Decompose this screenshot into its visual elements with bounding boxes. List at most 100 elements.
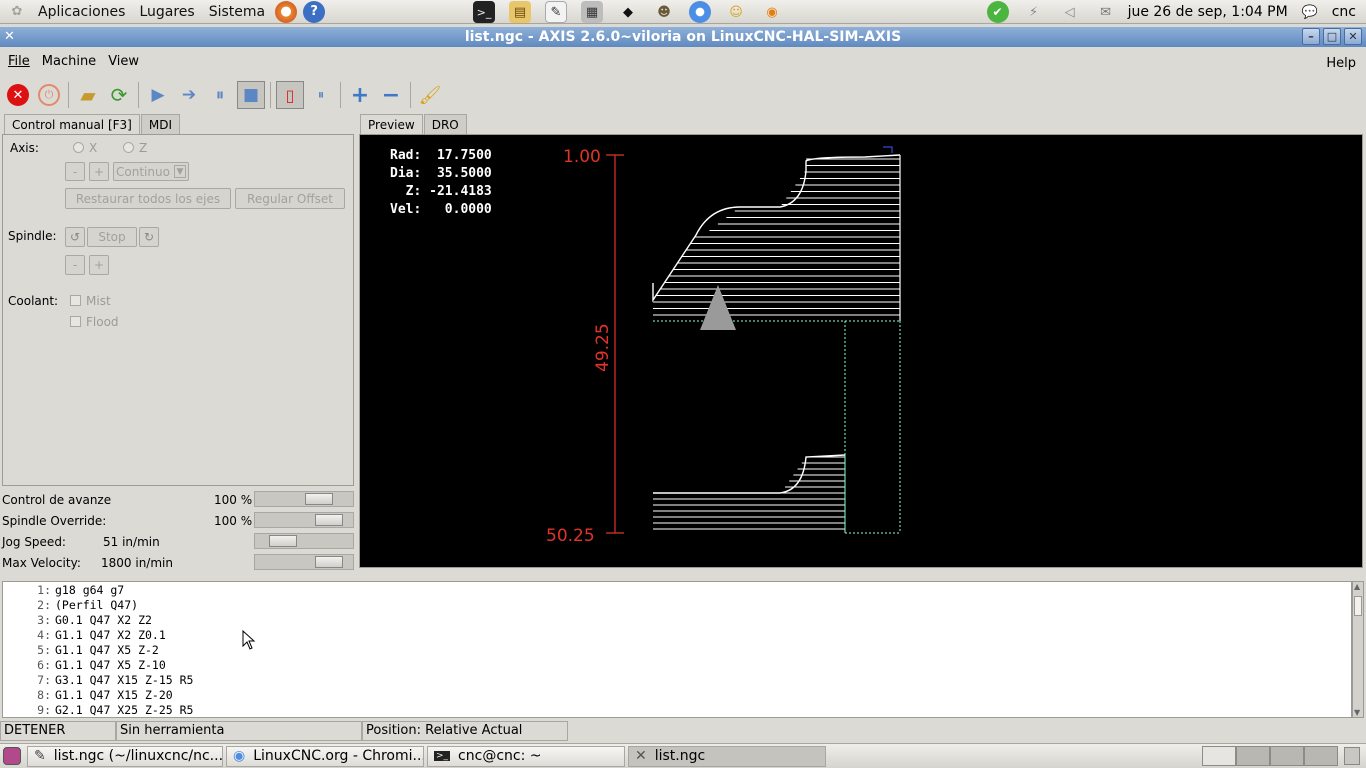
open-file-icon[interactable]: ▰ bbox=[74, 81, 102, 109]
touch-off-button[interactable]: Regular Offset bbox=[235, 188, 345, 209]
user-name[interactable]: cnc bbox=[1332, 4, 1356, 20]
toolpath-preview[interactable]: Rad: 17.7500 Dia: 35.5000 Z: -21.4183 Ve… bbox=[359, 134, 1363, 568]
gimp-icon[interactable]: ☻ bbox=[653, 1, 675, 23]
show-desktop-icon[interactable] bbox=[3, 747, 21, 765]
zoom-out-icon[interactable]: − bbox=[377, 81, 405, 109]
spindle-faster-button[interactable]: + bbox=[89, 255, 109, 275]
spindle-stop-button[interactable]: Stop bbox=[87, 227, 137, 247]
dim-top-label: 1.00 bbox=[563, 147, 601, 167]
menu-machine[interactable]: Machine bbox=[38, 52, 100, 72]
firefox-icon[interactable]: ● bbox=[275, 0, 298, 23]
network-icon[interactable]: ⚡ bbox=[1023, 1, 1045, 23]
window-titlebar[interactable]: ✕ list.ngc - AXIS 2.6.0~viloria on Linux… bbox=[0, 27, 1366, 47]
mail-icon[interactable]: ✉ bbox=[1095, 1, 1117, 23]
axis-z-radio[interactable] bbox=[123, 142, 134, 153]
zoom-in-icon[interactable]: + bbox=[346, 81, 374, 109]
blender-icon[interactable]: ◉ bbox=[761, 1, 783, 23]
clear-backplot-icon[interactable]: 🖌 bbox=[416, 81, 444, 109]
spindle-override-slider[interactable] bbox=[254, 512, 354, 528]
window-menu-icon[interactable]: ✕ bbox=[4, 29, 15, 44]
jog-minus-button[interactable]: - bbox=[65, 162, 85, 181]
menu-aplicaciones[interactable]: Aplicaciones bbox=[31, 0, 132, 24]
pause-icon[interactable]: ⏸ bbox=[206, 81, 234, 109]
close-icon[interactable]: ✕ bbox=[1344, 28, 1362, 45]
file-manager-icon[interactable]: ▤ bbox=[509, 1, 531, 23]
menu-view[interactable]: View bbox=[104, 52, 143, 72]
workspace-4[interactable] bbox=[1304, 746, 1338, 766]
jog-speed-slider[interactable] bbox=[254, 533, 354, 549]
jog-plus-button[interactable]: + bbox=[89, 162, 109, 181]
menu-lugares[interactable]: Lugares bbox=[132, 0, 201, 24]
spindle-cw-icon[interactable]: ↻ bbox=[139, 227, 159, 247]
estop-icon[interactable]: ✕ bbox=[4, 81, 32, 109]
workspace-3[interactable] bbox=[1270, 746, 1304, 766]
volume-icon[interactable]: ◁ bbox=[1059, 1, 1081, 23]
gcode-line[interactable]: 4: G1.1 Q47 X2 Z0.1 bbox=[3, 628, 1351, 643]
scroll-up-icon[interactable]: ▲ bbox=[1354, 582, 1360, 591]
chromium-icon[interactable] bbox=[689, 1, 711, 23]
maximize-icon[interactable]: □ bbox=[1323, 28, 1341, 45]
gcode-line[interactable]: 6: G1.1 Q47 X5 Z-10 bbox=[3, 658, 1351, 673]
axis-x-radio[interactable] bbox=[73, 142, 84, 153]
gcode-line[interactable]: 5: G1.1 Q47 X5 Z-2 bbox=[3, 643, 1351, 658]
gcode-line[interactable]: 8: G1.1 Q47 X15 Z-20 bbox=[3, 688, 1351, 703]
feed-override-row: Control de avanze 100 % bbox=[2, 491, 354, 509]
spindle-ccw-icon[interactable]: ↺ bbox=[65, 227, 85, 247]
machine-power-icon[interactable]: ⏻ bbox=[35, 81, 63, 109]
slider-thumb[interactable] bbox=[305, 493, 333, 505]
menu-sistema[interactable]: Sistema bbox=[202, 0, 272, 24]
rapid-path-start bbox=[883, 146, 893, 153]
task-chromium[interactable]: ◉ LinuxCNC.org - Chromi... bbox=[226, 745, 424, 767]
workspace-1[interactable] bbox=[1202, 746, 1236, 766]
gcode-scrollbar[interactable]: ▲ ▼ bbox=[1352, 581, 1364, 718]
workspace-2[interactable] bbox=[1236, 746, 1270, 766]
calculator-icon[interactable]: ▦ bbox=[581, 1, 603, 23]
feed-override-slider[interactable] bbox=[254, 491, 354, 507]
gcode-listing[interactable]: 1: g18 g64 g7 2: (Perfil Q47) 3: G0.1 Q47 X2 … bbox=[2, 581, 1352, 718]
step-icon[interactable]: ➔ bbox=[175, 81, 203, 109]
text-editor-icon: ✎ bbox=[34, 748, 46, 764]
chat-icon[interactable]: 💬 bbox=[1299, 1, 1321, 23]
slider-thumb[interactable] bbox=[269, 535, 297, 547]
max-velocity-slider[interactable] bbox=[254, 554, 354, 570]
inkscape-icon[interactable]: ◆ bbox=[617, 1, 639, 23]
menu-help[interactable]: Help bbox=[1322, 54, 1360, 73]
reload-icon[interactable]: ⟳ bbox=[105, 81, 133, 109]
slider-thumb[interactable] bbox=[315, 556, 343, 568]
tab-mdi[interactable]: MDI bbox=[140, 114, 180, 135]
mist-checkbox[interactable] bbox=[70, 295, 81, 306]
help-icon[interactable]: ? bbox=[303, 0, 326, 23]
trash-icon[interactable] bbox=[1344, 747, 1360, 765]
text-editor-icon[interactable]: ✎ bbox=[545, 1, 567, 23]
scroll-thumb[interactable] bbox=[1354, 596, 1362, 616]
minimize-icon[interactable]: – bbox=[1302, 28, 1320, 45]
run-program-icon[interactable]: ▶ bbox=[144, 81, 172, 109]
gcode-line[interactable]: 3: G0.1 Q47 X2 Z2 bbox=[3, 613, 1351, 628]
spindle-slower-button[interactable]: - bbox=[65, 255, 85, 275]
tab-dro[interactable]: DRO bbox=[423, 114, 467, 135]
update-ok-icon[interactable]: ✔ bbox=[986, 1, 1009, 23]
home-all-button[interactable]: Restaurar todos los ejes bbox=[65, 188, 231, 209]
slider-thumb[interactable] bbox=[315, 514, 343, 526]
task-terminal[interactable]: >_ cnc@cnc: ~ bbox=[427, 745, 625, 767]
menu-file[interactable]: File bbox=[4, 52, 34, 72]
optional-stop-icon[interactable]: ⏸ bbox=[307, 81, 335, 109]
scroll-down-icon[interactable]: ▼ bbox=[1354, 708, 1360, 717]
gcode-line[interactable]: 7: G3.1 Q47 X15 Z-15 R5 bbox=[3, 673, 1351, 688]
machine-state: DETENER bbox=[0, 721, 116, 741]
terminal-icon[interactable]: >_ bbox=[473, 1, 495, 23]
tab-manual-control[interactable]: Control manual [F3] bbox=[4, 114, 140, 135]
flood-checkbox[interactable] bbox=[70, 316, 81, 327]
task-axis[interactable]: ✕ list.ngc bbox=[628, 745, 826, 767]
gcode-line[interactable]: 2: (Perfil Q47) bbox=[3, 598, 1351, 613]
task-list-ngc-editor[interactable]: ✎ list.ngc (~/linuxcnc/nc... bbox=[27, 745, 223, 767]
clock[interactable]: jue 26 de sep, 1:04 PM bbox=[1128, 4, 1288, 20]
tab-preview[interactable]: Preview bbox=[360, 114, 423, 135]
game-icon[interactable]: ☺ bbox=[725, 1, 747, 23]
spindle-override-row: Spindle Override: 100 % bbox=[2, 512, 354, 530]
gcode-line[interactable]: 9: G2.1 Q47 X25 Z-25 R5 bbox=[3, 703, 1351, 717]
stop-program-icon[interactable]: ■ bbox=[237, 81, 265, 109]
block-delete-icon[interactable]: ▯ bbox=[276, 81, 304, 109]
gcode-line[interactable]: 1: g18 g64 g7 bbox=[3, 583, 1351, 598]
jog-mode-select[interactable]: Continuo ▼ bbox=[113, 162, 189, 181]
